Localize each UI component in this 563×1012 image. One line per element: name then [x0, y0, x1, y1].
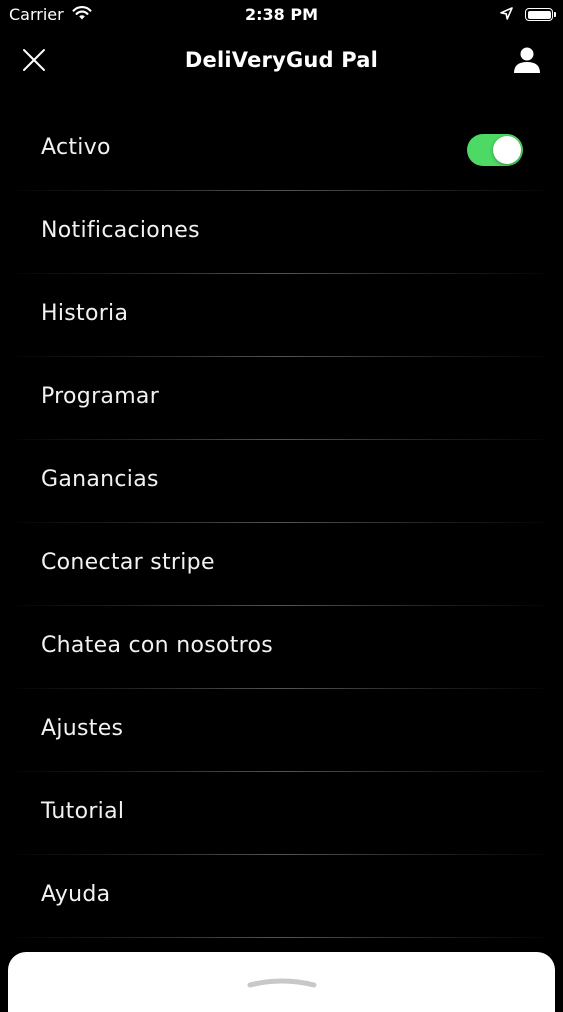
- menu-item-conectar-stripe[interactable]: Conectar stripe: [0, 523, 563, 606]
- menu-item-programar[interactable]: Programar: [0, 357, 563, 440]
- menu-item-notificaciones[interactable]: Notificaciones: [0, 191, 563, 274]
- active-toggle[interactable]: [467, 134, 523, 166]
- menu-item-label: Ganancias: [41, 467, 159, 492]
- menu-item-chatea-con-nosotros[interactable]: Chatea con nosotros: [0, 606, 563, 689]
- menu-item-label: Tutorial: [41, 799, 125, 824]
- status-right-group: [500, 5, 556, 24]
- menu-item-tutorial[interactable]: Tutorial: [0, 772, 563, 855]
- menu-item-label: Conectar stripe: [41, 550, 215, 575]
- menu-item-label: Notificaciones: [41, 218, 200, 243]
- menu-item-label: Historia: [41, 301, 129, 326]
- menu-item-label: Chatea con nosotros: [41, 633, 274, 658]
- menu-item-ganancias[interactable]: Ganancias: [0, 440, 563, 523]
- bottom-sheet[interactable]: [8, 952, 555, 1012]
- sheet-handle-icon[interactable]: [246, 974, 318, 988]
- status-bar: Carrier 2:38 PM: [0, 0, 563, 30]
- menu-item-label: Activo: [41, 135, 111, 160]
- menu-item-activo[interactable]: Activo: [0, 108, 563, 191]
- menu-item-label: Ayuda: [41, 882, 111, 907]
- menu-item-label: Ajustes: [41, 716, 124, 741]
- status-time: 2:38 PM: [244, 5, 318, 24]
- menu-item-historia[interactable]: Historia: [0, 274, 563, 357]
- profile-button[interactable]: [507, 42, 547, 82]
- page-title: DeliVeryGud Pal: [184, 48, 379, 72]
- menu-item-ayuda[interactable]: Ayuda: [0, 855, 563, 938]
- side-menu: Activo Notificaciones Historia Programar…: [0, 108, 563, 938]
- toggle-knob: [493, 136, 521, 164]
- user-profile-icon: [513, 46, 541, 78]
- menu-item-label: Programar: [41, 384, 160, 409]
- battery-icon: [525, 8, 556, 21]
- nav-header: DeliVeryGud Pal: [0, 30, 563, 94]
- menu-item-ajustes[interactable]: Ajustes: [0, 689, 563, 772]
- divider: [18, 937, 545, 938]
- location-arrow-icon: [500, 5, 513, 24]
